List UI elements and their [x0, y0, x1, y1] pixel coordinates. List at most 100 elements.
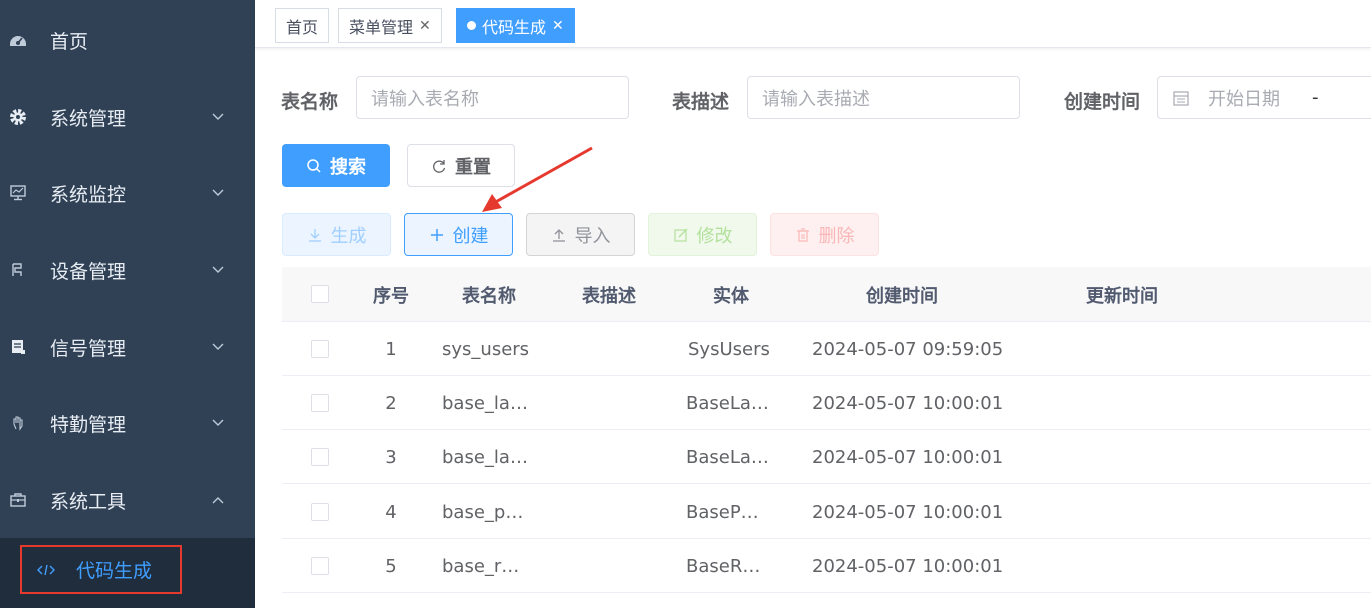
- chevron-up-icon: [210, 492, 226, 508]
- close-icon[interactable]: ✕: [552, 18, 564, 34]
- hand-icon: [8, 413, 28, 433]
- cell-table-name: base_p…: [442, 501, 524, 523]
- table-desc-input[interactable]: 请输入表描述: [747, 76, 1020, 119]
- code-icon: [36, 563, 56, 577]
- column-header-created: 创建时间: [866, 285, 938, 307]
- edit-icon: [673, 227, 689, 243]
- search-button-label: 搜索: [330, 156, 366, 178]
- tags-view: 首页 菜单管理 ✕ 代码生成 ✕: [255, 0, 1371, 48]
- search-icon: [306, 158, 322, 174]
- cell-index: 4: [385, 501, 397, 523]
- column-header-entity: 实体: [713, 285, 749, 307]
- tab-home[interactable]: 首页: [275, 8, 330, 43]
- upload-icon: [551, 227, 567, 243]
- table-name-input[interactable]: 请输入表名称: [356, 76, 629, 119]
- start-date-placeholder: 开始日期: [1208, 88, 1280, 110]
- dashboard-icon: [8, 30, 28, 50]
- table-row[interactable]: 5 base_r… BaseR… 2024-05-07 10:00:01: [282, 539, 1371, 593]
- table-name-label: 表名称: [281, 91, 339, 113]
- sidebar-item-signal[interactable]: 信号管理: [0, 319, 255, 375]
- search-button[interactable]: 搜索: [282, 144, 390, 187]
- cell-table-name: sys_users: [442, 338, 530, 360]
- chevron-down-icon: [210, 109, 226, 125]
- cell-table-name: base_r…: [442, 555, 520, 577]
- sidebar: 首页 系统管理 系统监控 设备管理 信号管理 特勤管理 系统工具 代码生成: [0, 0, 255, 608]
- sidebar-item-label: 特勤管理: [50, 413, 127, 436]
- cell-created: 2024-05-07 10:00:01: [812, 392, 1004, 414]
- cell-entity: BaseLa…: [686, 392, 769, 414]
- sidebar-item-home[interactable]: 首页: [0, 12, 255, 68]
- cell-entity: BaseP…: [686, 501, 759, 523]
- sidebar-item-system[interactable]: 系统管理: [0, 89, 255, 145]
- tab-label: 代码生成: [482, 17, 547, 37]
- refresh-icon: [431, 158, 447, 174]
- row-checkbox[interactable]: [311, 557, 329, 575]
- sidebar-subitem-codegen[interactable]: 代码生成: [20, 545, 182, 594]
- chevron-down-icon: [210, 185, 226, 201]
- chevron-down-icon: [210, 415, 226, 431]
- table-row[interactable]: 1 sys_users SysUsers 2024-05-07 09:59:05: [282, 322, 1371, 376]
- generate-button-label: 生成: [330, 225, 367, 247]
- sidebar-item-monitor[interactable]: 系统监控: [0, 165, 255, 221]
- chevron-down-icon: [210, 262, 226, 278]
- plus-icon: [429, 227, 445, 243]
- sidebar-item-label: 设备管理: [50, 260, 127, 283]
- table-row[interactable]: 3 base_la… BaseLa… 2024-05-07 10:00:01: [282, 430, 1371, 484]
- download-icon: [307, 227, 323, 243]
- close-icon[interactable]: ✕: [419, 18, 431, 34]
- range-separator: -: [1312, 87, 1319, 108]
- cell-index: 2: [385, 392, 397, 414]
- gear-icon: [8, 107, 28, 127]
- column-header-updated: 更新时间: [1086, 285, 1158, 307]
- sidebar-item-label: 系统监控: [50, 183, 127, 206]
- toolbox-icon: [8, 490, 28, 510]
- active-dot-icon: [467, 21, 476, 30]
- created-time-label: 创建时间: [1064, 91, 1141, 113]
- table-row[interactable]: 4 base_p… BaseP… 2024-05-07 10:00:01: [282, 485, 1371, 539]
- cell-entity: BaseR…: [686, 555, 761, 577]
- row-checkbox[interactable]: [311, 394, 329, 412]
- calendar-icon: [1172, 89, 1190, 107]
- table-desc-placeholder: 请输入表描述: [762, 88, 870, 110]
- column-header-index: 序号: [373, 285, 409, 307]
- generate-button[interactable]: 生成: [282, 213, 391, 256]
- edit-button[interactable]: 修改: [648, 213, 757, 256]
- tab-menu-management[interactable]: 菜单管理 ✕: [338, 8, 442, 43]
- sidebar-item-label: 首页: [50, 30, 89, 53]
- cell-index: 3: [385, 446, 397, 468]
- cell-created: 2024-05-07 09:59:05: [812, 338, 1004, 360]
- sidebar-item-label: 系统工具: [50, 490, 127, 513]
- delete-button-label: 删除: [818, 225, 855, 247]
- sidebar-item-special[interactable]: 特勤管理: [0, 395, 255, 451]
- monitor-icon: [8, 183, 28, 203]
- table-header: 序号 表名称 表描述 实体 创建时间 更新时间: [282, 267, 1371, 322]
- table-name-placeholder: 请输入表名称: [371, 88, 479, 110]
- create-button-label: 创建: [452, 225, 489, 247]
- sidebar-item-tools[interactable]: 系统工具: [0, 472, 255, 528]
- date-range-picker[interactable]: 开始日期 -: [1157, 76, 1371, 119]
- tab-label: 菜单管理: [349, 17, 414, 37]
- chevron-down-icon: [210, 339, 226, 355]
- sidebar-item-device[interactable]: 设备管理: [0, 242, 255, 298]
- select-all-checkbox[interactable]: [311, 285, 329, 303]
- column-header-table-name: 表名称: [462, 285, 516, 307]
- row-checkbox[interactable]: [311, 448, 329, 466]
- edit-button-label: 修改: [696, 225, 733, 247]
- sidebar-subitem-label: 代码生成: [76, 560, 153, 582]
- import-button-label: 导入: [574, 225, 611, 247]
- delete-button[interactable]: 删除: [770, 213, 879, 256]
- cell-created: 2024-05-07 10:00:01: [812, 446, 1004, 468]
- cell-created: 2024-05-07 10:00:01: [812, 555, 1004, 577]
- cell-entity: SysUsers: [688, 338, 770, 360]
- row-checkbox[interactable]: [311, 503, 329, 521]
- column-header-table-desc: 表描述: [582, 285, 636, 307]
- tab-code-generation[interactable]: 代码生成 ✕: [456, 8, 575, 43]
- cell-table-name: base_la…: [442, 446, 528, 468]
- table-desc-label: 表描述: [672, 91, 730, 113]
- cell-index: 1: [385, 338, 397, 360]
- annotation-arrow: [482, 146, 593, 212]
- row-checkbox[interactable]: [311, 340, 329, 358]
- table-row[interactable]: 2 base_la… BaseLa… 2024-05-07 10:00:01: [282, 376, 1371, 430]
- trash-icon: [795, 227, 811, 243]
- server-icon: [8, 337, 28, 357]
